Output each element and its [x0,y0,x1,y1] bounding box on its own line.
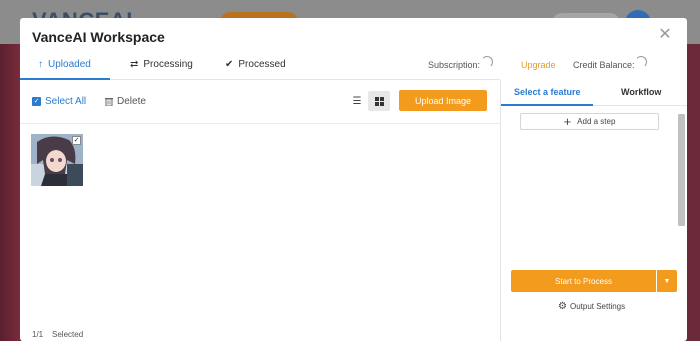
tab-processing[interactable]: ⇄ Processing [130,59,193,70]
tab-uploaded-label: Uploaded [48,59,91,70]
checkbox-icon: ✓ [32,97,41,106]
arrow-up-icon: ↑ [38,59,43,70]
list-view-icon: ☰ [352,95,362,107]
grid-view-icon [374,96,384,106]
active-tab-indicator [20,78,110,80]
selection-status: 1/1 Selected [32,330,83,339]
check-circle-icon: ✔ [225,59,234,70]
selection-count: 1/1 [32,330,44,339]
subscription-loading-icon [481,56,493,68]
add-step-button[interactable]: + Add a step [520,113,659,130]
trash-icon [105,98,113,106]
selection-label: Selected [52,330,84,339]
subscription-label: Subscription: [428,60,481,70]
list-view-button[interactable]: ☰ [346,91,368,111]
upload-image-button[interactable]: Upload Image [399,90,487,111]
workspace-modal: VanceAI Workspace ✕ ↑ Uploaded ⇄ Process… [20,18,687,341]
image-thumbnail[interactable]: ✓ [31,134,83,186]
plus-icon: + [563,113,572,129]
tab-workflow[interactable]: Workflow [621,87,661,97]
select-all-checkbox[interactable]: ✓ Select All [32,96,86,107]
credit-balance-label: Credit Balance: [573,60,635,70]
grid-view-button[interactable] [368,91,390,111]
credit-loading-icon [635,56,647,68]
chevron-down-icon: ▼ [663,277,671,285]
sync-icon: ⇄ [130,59,139,70]
output-settings-label: Output Settings [569,302,626,311]
tab-processed-label: Processed [238,59,286,70]
add-step-label: Add a step [577,117,616,126]
tab-processing-label: Processing [143,59,193,70]
start-process-button[interactable]: Start to Process [511,270,656,292]
panel-divider [500,80,501,341]
toolbar-divider [20,123,500,124]
tab-select-feature[interactable]: Select a feature [514,87,581,97]
close-icon[interactable]: ✕ [657,27,673,43]
tab-processed[interactable]: ✔ Processed [225,59,286,70]
delete-label: Delete [117,96,146,107]
output-settings-button[interactable]: ⚙ Output Settings [558,301,625,312]
gear-icon: ⚙ [558,301,567,312]
upgrade-link[interactable]: Upgrade [521,60,556,70]
select-all-label: Select All [45,96,87,107]
thumbnail-checkbox[interactable]: ✓ [72,136,81,145]
right-active-tab-indicator [501,104,593,106]
delete-button[interactable]: Delete [105,96,146,107]
tab-uploaded[interactable]: ↑ Uploaded [38,59,91,70]
panel-scrollbar[interactable] [678,114,685,226]
modal-title: VanceAI Workspace [32,29,165,45]
process-dropdown-button[interactable]: ▼ [657,270,677,292]
